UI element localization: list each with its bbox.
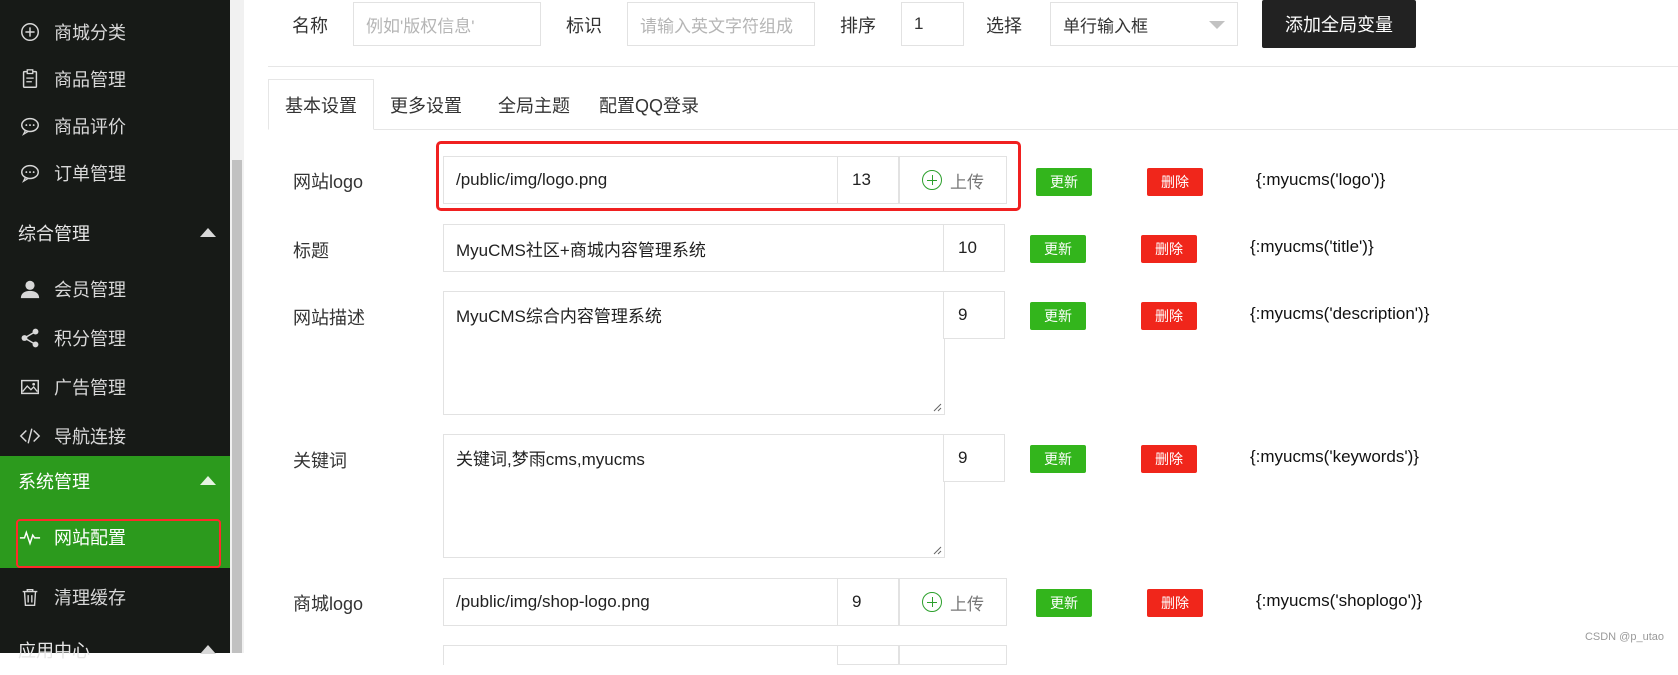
user-icon <box>18 277 42 301</box>
tab-basic-settings[interactable]: 基本设置 <box>268 79 374 130</box>
field-label: 标题 <box>293 241 329 261</box>
resize-handle-icon[interactable] <box>932 402 942 412</box>
sidebar-item-label: 商城分类 <box>54 23 126 43</box>
plus-circle-icon <box>18 20 42 44</box>
sidebar-item-product-manage[interactable]: 商品管理 <box>0 55 230 103</box>
field-label: 商城logo <box>293 594 364 614</box>
template-tag: {:myucms('shoplogo')} <box>1256 591 1423 610</box>
trash-icon <box>18 585 42 609</box>
sidebar-item-product-review[interactable]: 商品评价 <box>0 102 230 150</box>
delete-button[interactable]: 删除 <box>1141 235 1197 263</box>
name-label: 名称 <box>292 16 328 36</box>
sidebar-item-label: 会员管理 <box>54 280 126 300</box>
sidebar: 商城分类 商品管理 商品评价 订单管理 综合管理 会员管理 积分管理 广告管理 … <box>0 0 230 661</box>
next-row-input[interactable] <box>443 645 838 665</box>
sidebar-item-label: 订单管理 <box>54 164 126 184</box>
name-input[interactable]: 例如'版权信息' <box>353 2 541 46</box>
resize-handle-icon[interactable] <box>932 545 942 555</box>
sidebar-scrollbar[interactable] <box>230 0 244 653</box>
update-button[interactable]: 更新 <box>1030 302 1086 330</box>
sort-input[interactable] <box>837 645 899 665</box>
keywords-text: 关键词,梦雨cms,myucms <box>456 450 645 469</box>
upload-button[interactable]: 上传 <box>899 578 1007 626</box>
image-icon <box>18 375 42 399</box>
sidebar-group-label: 综合管理 <box>18 224 90 244</box>
template-tag: {:myucms('keywords')} <box>1250 447 1419 466</box>
caret-up-icon <box>200 476 216 485</box>
template-tag: {:myucms('title')} <box>1250 237 1374 256</box>
add-global-variable-button[interactable]: 添加全局变量 <box>1262 0 1416 48</box>
description-text: MyuCMS综合内容管理系统 <box>456 307 662 326</box>
shop-logo-input[interactable]: /public/img/shop-logo.png <box>443 578 838 626</box>
tabs-divider <box>268 129 1678 130</box>
key-label: 标识 <box>566 16 602 36</box>
sidebar-group-apps[interactable]: 应用中心 <box>0 625 230 675</box>
sidebar-item-label: 积分管理 <box>54 329 126 349</box>
sidebar-item-label: 商品管理 <box>54 70 126 90</box>
sidebar-item-clear-cache[interactable]: 清理缓存 <box>0 573 230 621</box>
sidebar-item-ad-manage[interactable]: 广告管理 <box>0 363 230 411</box>
sidebar-group-label: 应用中心 <box>18 641 90 661</box>
sort-input[interactable]: 9 <box>837 578 899 626</box>
caret-up-icon <box>200 228 216 237</box>
update-button[interactable]: 更新 <box>1036 168 1092 196</box>
sort-input[interactable]: 10 <box>943 224 1005 272</box>
chevron-down-icon <box>1209 21 1225 29</box>
sidebar-item-label: 商品评价 <box>54 117 126 137</box>
template-tag: {:myucms('logo')} <box>1256 170 1386 189</box>
sidebar-group-general[interactable]: 综合管理 <box>0 208 230 258</box>
tab-more-settings[interactable]: 更多设置 <box>374 79 478 130</box>
sort-label: 排序 <box>840 16 876 36</box>
sidebar-item-order-manage[interactable]: 订单管理 <box>0 149 230 197</box>
clipboard-icon <box>18 67 42 91</box>
highlight-box <box>436 141 1021 211</box>
watermark: CSDN @p_utao <box>1584 631 1664 643</box>
sidebar-group-system[interactable]: 系统管理 <box>0 456 230 506</box>
update-button[interactable]: 更新 <box>1030 235 1086 263</box>
sidebar-group-label: 系统管理 <box>18 472 90 492</box>
field-label: 关键词 <box>293 451 347 471</box>
update-button[interactable]: 更新 <box>1036 589 1092 617</box>
sidebar-item-label: 广告管理 <box>54 378 126 398</box>
type-select[interactable]: 单行输入框 <box>1050 2 1238 46</box>
upload-button[interactable] <box>899 645 1007 665</box>
field-label: 网站描述 <box>293 308 365 328</box>
delete-button[interactable]: 删除 <box>1141 445 1197 473</box>
chat-bubble-icon <box>18 114 42 138</box>
scrollbar-thumb[interactable] <box>232 160 242 653</box>
update-button[interactable]: 更新 <box>1030 445 1086 473</box>
upload-label: 上传 <box>950 594 984 614</box>
type-label: 选择 <box>986 16 1022 36</box>
key-input[interactable]: 请输入英文字符组成 <box>627 2 815 46</box>
field-label: 网站logo <box>293 172 364 192</box>
highlight-box <box>16 519 221 568</box>
template-tag: {:myucms('description')} <box>1250 304 1430 323</box>
delete-button[interactable]: 删除 <box>1147 589 1203 617</box>
sidebar-item-shop-category[interactable]: 商城分类 <box>0 8 230 56</box>
divider <box>268 66 1678 67</box>
sidebar-item-nav-links[interactable]: 导航连接 <box>0 412 230 460</box>
title-input[interactable]: MyuCMS社区+商城内容管理系统 <box>443 224 945 272</box>
tab-global-theme[interactable]: 全局主题 <box>482 79 586 130</box>
keywords-textarea[interactable]: 关键词,梦雨cms,myucms <box>443 434 945 558</box>
tab-qq-login[interactable]: 配置QQ登录 <box>583 79 715 130</box>
sort-input[interactable]: 9 <box>943 434 1005 482</box>
sidebar-item-label: 清理缓存 <box>54 588 126 608</box>
sidebar-item-label: 导航连接 <box>54 427 126 447</box>
sidebar-item-points-manage[interactable]: 积分管理 <box>0 314 230 362</box>
chat-bubble-icon <box>18 161 42 185</box>
sort-input[interactable]: 9 <box>943 291 1005 339</box>
description-textarea[interactable]: MyuCMS综合内容管理系统 <box>443 291 945 415</box>
code-icon <box>18 424 42 448</box>
plus-circle-icon <box>922 592 942 612</box>
type-select-value: 单行输入框 <box>1063 16 1148 36</box>
delete-button[interactable]: 删除 <box>1147 168 1203 196</box>
sort-input[interactable]: 1 <box>901 2 964 46</box>
sidebar-item-member-manage[interactable]: 会员管理 <box>0 265 230 313</box>
share-icon <box>18 326 42 350</box>
delete-button[interactable]: 删除 <box>1141 302 1197 330</box>
